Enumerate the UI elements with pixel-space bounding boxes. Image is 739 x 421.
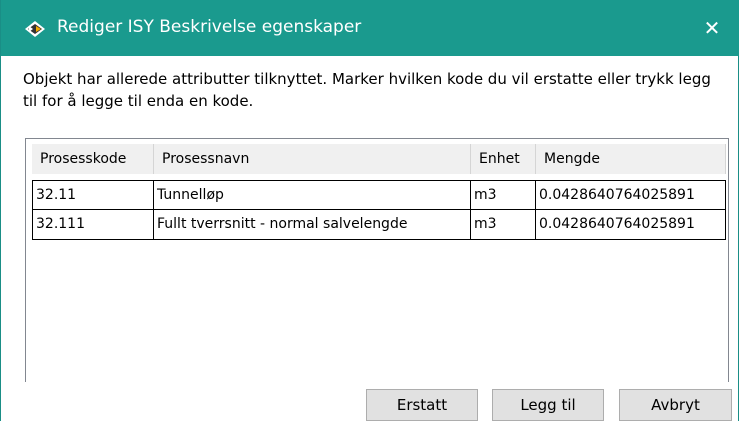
dialog-window: Rediger ISY Beskrivelse egenskaper ✕ Obj… bbox=[0, 0, 739, 421]
cancel-button[interactable]: Avbryt bbox=[619, 389, 732, 421]
cell-enhet: m3 bbox=[471, 210, 536, 240]
column-header-enhet[interactable]: Enhet bbox=[471, 144, 536, 174]
replace-button[interactable]: Erstatt bbox=[366, 389, 478, 421]
title-bar[interactable]: Rediger ISY Beskrivelse egenskaper ✕ bbox=[1, 0, 739, 56]
info-message: Objekt har allerede attributter tilknytt… bbox=[23, 70, 711, 110]
cell-prosessnavn: Tunnelløp bbox=[154, 180, 471, 210]
app-logo-icon bbox=[25, 21, 45, 37]
column-header-prosessnavn[interactable]: Prosessnavn bbox=[154, 144, 471, 174]
cell-prosessnavn: Fullt tverrsnitt - normal salvelengde bbox=[154, 210, 471, 240]
column-header-mengde[interactable]: Mengde bbox=[536, 144, 726, 174]
process-code-table[interactable]: Prosesskode Prosessnavn Enhet Mengde 32.… bbox=[25, 138, 729, 382]
window-title: Rediger ISY Beskrivelse egenskaper bbox=[57, 17, 362, 37]
close-icon: ✕ bbox=[703, 16, 721, 40]
column-header-prosesskode[interactable]: Prosesskode bbox=[32, 144, 154, 174]
cell-enhet: m3 bbox=[471, 180, 536, 210]
cell-mengde: 0.0428640764025891 bbox=[536, 210, 726, 240]
cell-prosesskode: 32.111 bbox=[32, 210, 154, 240]
add-button[interactable]: Legg til bbox=[492, 389, 604, 421]
cell-mengde: 0.0428640764025891 bbox=[536, 180, 726, 210]
close-button[interactable]: ✕ bbox=[684, 0, 739, 56]
cell-prosesskode: 32.11 bbox=[32, 180, 154, 210]
